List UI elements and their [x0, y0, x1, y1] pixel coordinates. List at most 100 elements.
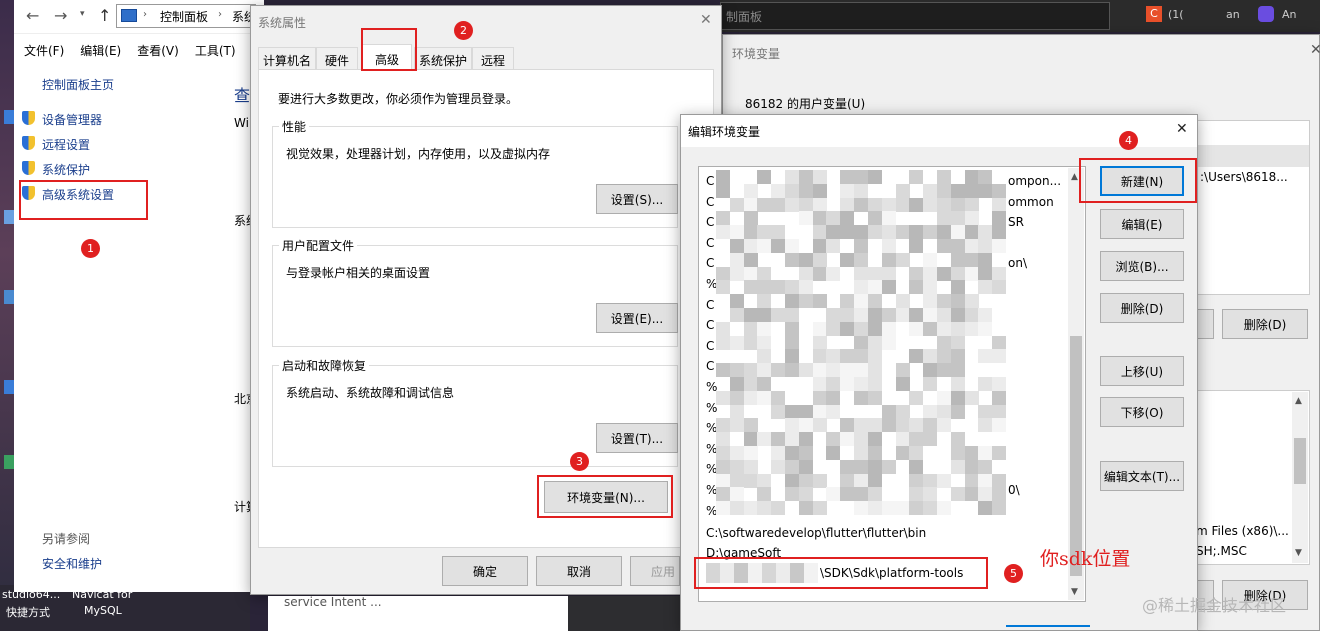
close-icon[interactable]: ✕	[700, 12, 712, 28]
flutter-path-item[interactable]: C:\softwaredevelop\flutter\flutter\bin	[706, 526, 926, 540]
chevron-down-icon[interactable]: ▼	[1295, 548, 1302, 558]
environment-variables-button[interactable]: 环境变量(N)...	[544, 481, 668, 513]
forward-arrow-icon[interactable]: →	[54, 6, 67, 25]
mosaic-block	[909, 473, 924, 488]
mosaic-block	[936, 321, 951, 336]
mosaic-block	[950, 211, 965, 226]
tab-remote[interactable]: 远程	[472, 47, 514, 70]
mosaic-block	[950, 183, 965, 198]
mosaic-block	[826, 487, 841, 502]
ok-button[interactable]: 确定	[442, 556, 528, 586]
nav-system-protection[interactable]: 系统保护	[42, 161, 90, 178]
mosaic-block	[854, 197, 869, 212]
path-list-scroll-thumb[interactable]	[1070, 336, 1082, 576]
mosaic-block	[854, 377, 869, 391]
menu-tools[interactable]: 工具(T)	[195, 42, 236, 62]
explorer-menubar: 文件(F) 编辑(E) 查看(V) 工具(T)	[14, 38, 264, 62]
delete-button[interactable]: 删除(D)	[1100, 293, 1184, 323]
see-also-security[interactable]: 安全和维护	[42, 555, 102, 572]
desktop-icon-1[interactable]	[4, 110, 14, 124]
mosaic-block	[950, 335, 965, 350]
tab-advanced[interactable]: 高级	[362, 44, 412, 71]
browse-button[interactable]: 浏览(B)...	[1100, 251, 1184, 281]
startup-recovery-settings-button[interactable]: 设置(T)...	[596, 423, 678, 453]
mosaic-block	[978, 280, 993, 295]
chevron-up-icon[interactable]: ▲	[1071, 172, 1078, 182]
mosaic-block	[840, 363, 855, 378]
mosaic-block	[854, 432, 869, 447]
tab-computer-name[interactable]: 计算机名	[258, 47, 316, 70]
tab-hardware[interactable]: 硬件	[316, 47, 358, 70]
mosaic-block	[867, 487, 882, 502]
mosaic-block	[798, 363, 813, 378]
nav-device-manager[interactable]: 设备管理器	[42, 111, 102, 128]
mosaic-block	[881, 321, 896, 336]
mosaic-block	[743, 363, 758, 378]
edit-text-button[interactable]: 编辑文本(T)...	[1100, 461, 1184, 491]
env-path-item-prefix: C	[706, 338, 715, 353]
desktop-icon-2[interactable]	[4, 210, 14, 224]
mosaic-block	[978, 266, 993, 281]
menu-view[interactable]: 查看(V)	[137, 42, 179, 62]
mosaic-block	[992, 418, 1007, 433]
mosaic-block	[785, 487, 800, 502]
mosaic-block	[978, 418, 993, 433]
menu-file[interactable]: 文件(F)	[24, 42, 64, 62]
mosaic-block	[936, 473, 951, 488]
mosaic-block	[826, 377, 841, 391]
sdk-path-item[interactable]: \SDK\Sdk\platform-tools	[820, 566, 963, 580]
mosaic-block	[716, 363, 730, 378]
new-button[interactable]: 新建(N)	[1100, 166, 1184, 196]
mosaic-block	[909, 432, 924, 447]
mosaic-block	[881, 225, 896, 240]
breadcrumb-control-panel[interactable]: 控制面板	[160, 8, 208, 25]
mosaic-block	[757, 487, 772, 502]
chevron-up-icon[interactable]: ▲	[1295, 396, 1302, 406]
mosaic-block	[936, 183, 951, 198]
browser-tab-icon[interactable]: C	[1146, 6, 1162, 22]
desktop-icon-3[interactable]	[4, 290, 14, 304]
mosaic-block	[757, 239, 772, 253]
env-user-delete-button[interactable]: 删除(D)	[1222, 309, 1308, 339]
mosaic-block	[867, 473, 882, 488]
mosaic-block	[867, 308, 882, 322]
env-sys-scroll-thumb[interactable]	[1294, 438, 1306, 484]
desktop-icon-5[interactable]	[4, 455, 14, 469]
cancel-button[interactable]: 取消	[536, 556, 622, 586]
browser-address[interactable]	[720, 2, 1110, 30]
move-up-button[interactable]: 上移(U)	[1100, 356, 1184, 386]
mosaic-block	[881, 308, 896, 322]
env-sys-value-2: SH;.MSC	[1196, 544, 1247, 558]
tab-system-protection[interactable]: 系统保护	[414, 47, 472, 70]
close-icon[interactable]: ✕	[1310, 42, 1320, 58]
nav-advanced-system-settings[interactable]: 高级系统设置	[42, 186, 114, 203]
mosaic-block	[950, 225, 965, 240]
browser-tab-label-2[interactable]: an	[1226, 8, 1240, 21]
mosaic-block	[854, 473, 869, 488]
control-panel-home-link[interactable]: 控制面板主页	[42, 76, 114, 93]
chevron-down-icon[interactable]: ▼	[1071, 587, 1078, 597]
apply-button[interactable]: 应用	[630, 556, 680, 586]
mosaic-block	[923, 418, 938, 433]
user-profiles-settings-button[interactable]: 设置(E)...	[596, 303, 678, 333]
mosaic-block	[909, 280, 924, 295]
mosaic-block	[812, 390, 827, 405]
menu-edit[interactable]: 编辑(E)	[80, 42, 121, 62]
nav-remote-settings[interactable]: 远程设置	[42, 136, 90, 153]
close-icon[interactable]: ✕	[1176, 121, 1188, 137]
edit-env-title: 编辑环境变量	[688, 125, 761, 139]
up-arrow-icon[interactable]: ↑	[98, 6, 111, 25]
mosaic-block	[923, 377, 938, 391]
mosaic-block	[992, 183, 1007, 198]
move-down-button[interactable]: 下移(O)	[1100, 397, 1184, 427]
back-arrow-icon[interactable]: ←	[26, 6, 39, 25]
desktop-icon-4[interactable]	[4, 380, 14, 394]
browser-tab-label-3[interactable]: An	[1282, 8, 1297, 21]
performance-settings-button[interactable]: 设置(S)...	[596, 184, 678, 214]
browser-tab-label-1[interactable]: (1(	[1168, 8, 1184, 21]
mosaic-block	[950, 280, 965, 295]
edit-button[interactable]: 编辑(E)	[1100, 209, 1184, 239]
dropdown-chevron-icon[interactable]: ▾	[80, 9, 85, 19]
env-user-edit-button-partial[interactable]	[1196, 309, 1214, 339]
gamesoft-path-item[interactable]: D:\gameSoft	[706, 546, 781, 560]
